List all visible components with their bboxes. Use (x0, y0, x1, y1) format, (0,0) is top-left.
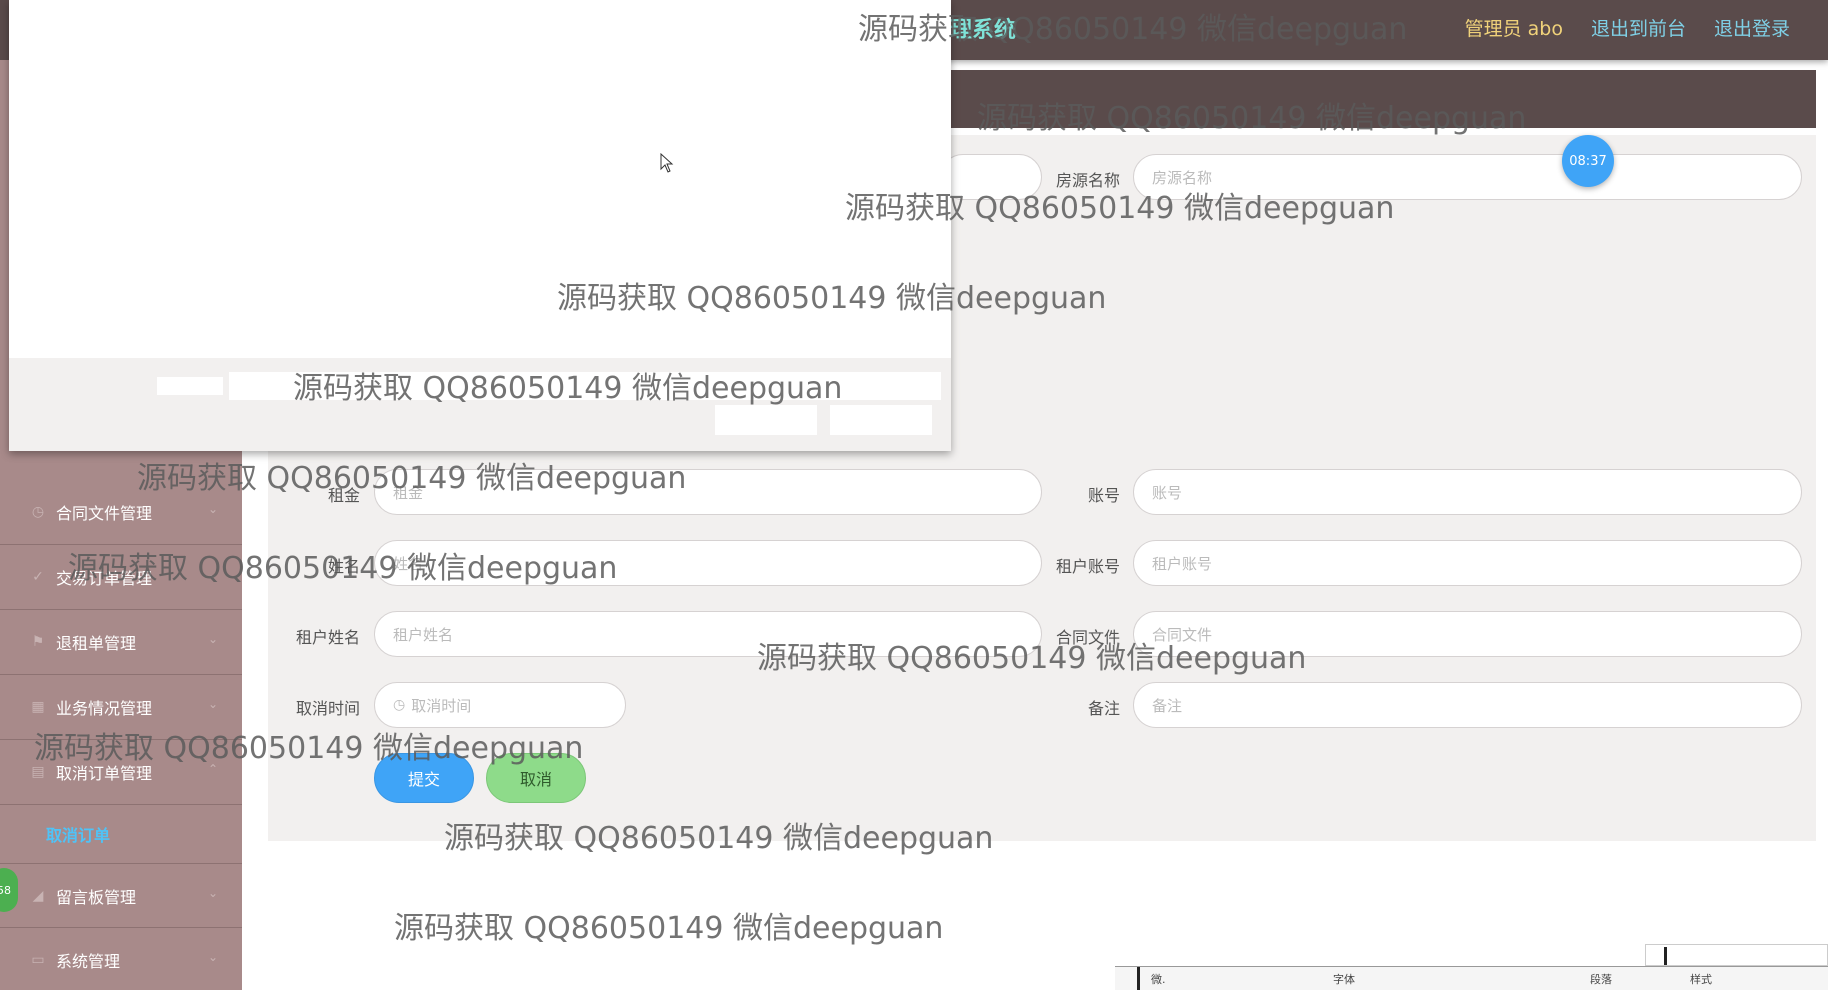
sidebar-item-contract-files[interactable]: ◷ 合同文件管理 ⌄ (0, 480, 242, 545)
table-icon: ▤ (31, 764, 45, 780)
rent-input[interactable]: 租金 (374, 469, 1042, 515)
remark-label: 备注 (1087, 699, 1120, 718)
caret (1137, 967, 1140, 990)
contract-file-label: 合同文件 (1055, 628, 1120, 647)
logout-link[interactable]: 退出登录 (1714, 14, 1790, 41)
overlay-placeholder-block (157, 377, 223, 395)
flag-icon: ⚑ (31, 634, 45, 650)
overlay-window (9, 0, 951, 451)
sidebar-subitem-cancel-order[interactable]: 取消订单 (0, 805, 242, 863)
system-title: 理系统 (950, 18, 1017, 43)
sidebar-item-label: 交易订单管理 (56, 569, 153, 588)
house-name-input[interactable]: 房源名称 (1133, 154, 1802, 200)
remark-input[interactable]: 备注 (1133, 682, 1802, 728)
side-badge[interactable]: 58 (0, 868, 18, 912)
word-toolbar-fragment (1645, 944, 1828, 966)
exit-to-front-link[interactable]: 退出到前台 (1591, 14, 1686, 41)
house-name-label: 房源名称 (1055, 171, 1120, 190)
megaphone-icon: ◢ (32, 887, 44, 904)
name-input[interactable]: 姓名 (374, 540, 1042, 586)
chevron-down-icon: ⌄ (207, 950, 218, 964)
sidebar-item-label: 业务情况管理 (56, 699, 153, 718)
monitor-icon: ▭ (31, 952, 45, 968)
account-input[interactable]: 账号 (1133, 469, 1802, 515)
sidebar-item-label: 留言板管理 (56, 887, 137, 907)
check-circle-icon: ✓ (32, 569, 44, 585)
page-title-bar (950, 70, 1816, 128)
tenant-name-label: 租户姓名 (295, 628, 360, 647)
grid-icon: ▦ (31, 699, 45, 715)
overlay-footer (9, 358, 951, 451)
name-label: 姓名 (327, 557, 360, 576)
watermark: 源码获取 QQ86050149 微信deepguan (394, 911, 944, 946)
chevron-down-icon: ⌄ (207, 567, 218, 581)
sidebar-item-label: 合同文件管理 (56, 504, 153, 523)
chevron-up-icon: ⌃ (207, 762, 218, 776)
tenant-name-input[interactable]: 租户姓名 (374, 611, 1042, 657)
tenant-account-label: 租户账号 (1055, 557, 1120, 576)
sidebar-item-system[interactable]: ▭ 系统管理 ⌄ (0, 928, 242, 990)
ribbon-paragraph-label: 段落 (1590, 973, 1612, 986)
account-label: 账号 (1087, 486, 1120, 505)
chevron-down-icon: ⌄ (207, 502, 218, 516)
word-ribbon-fragment: 微. 字体 段落 样式 (1115, 966, 1828, 990)
ribbon-style-label: 样式 (1690, 973, 1712, 986)
header-nav: 管理员 abo 退出到前台 退出登录 (1465, 14, 1790, 41)
chevron-down-icon: ⌄ (207, 697, 218, 711)
overlay-placeholder-button[interactable] (830, 405, 932, 435)
admin-user-label: 管理员 abo (1464, 18, 1563, 40)
cancel-time-label: 取消时间 (295, 699, 360, 718)
sidebar-item-message-board[interactable]: ◢ 留言板管理 ⌄ (0, 863, 242, 928)
sidebar-item-cancel-orders[interactable]: ▤ 取消订单管理 ⌃ (0, 740, 242, 805)
overlay-placeholder-block (229, 372, 941, 400)
tenant-account-input[interactable]: 租户账号 (1133, 540, 1802, 586)
submit-button[interactable]: 提交 (374, 753, 474, 803)
cancel-button[interactable]: 取消 (486, 753, 586, 803)
clock-icon: ◷ (31, 504, 45, 520)
sidebar-item-business[interactable]: ▦ 业务情况管理 ⌄ (0, 675, 242, 740)
chevron-down-icon: ⌄ (207, 632, 218, 646)
contract-file-input[interactable]: 合同文件 (1133, 611, 1802, 657)
sidebar-item-label: 取消订单管理 (56, 764, 153, 783)
mouse-cursor-icon (660, 153, 674, 173)
chevron-down-icon: ⌄ (207, 886, 218, 900)
sidebar-item-label: 系统管理 (56, 952, 121, 971)
clock-icon: ◷ (393, 697, 406, 713)
caret (1664, 947, 1667, 965)
sidebar-item-label: 退租单管理 (56, 634, 137, 653)
ribbon-font-label: 字体 (1333, 973, 1355, 986)
timer-bubble[interactable]: 08:37 (1562, 135, 1614, 187)
sidebar-item-refund-orders[interactable]: ⚑ 退租单管理 ⌄ (0, 610, 242, 675)
overlay-placeholder-button[interactable] (715, 405, 817, 435)
sidebar-item-trade-orders[interactable]: ✓ 交易订单管理 ⌄ (0, 545, 242, 610)
rent-label: 租金 (327, 486, 360, 505)
cancel-time-picker[interactable]: ◷ 取消时间 (374, 682, 626, 728)
